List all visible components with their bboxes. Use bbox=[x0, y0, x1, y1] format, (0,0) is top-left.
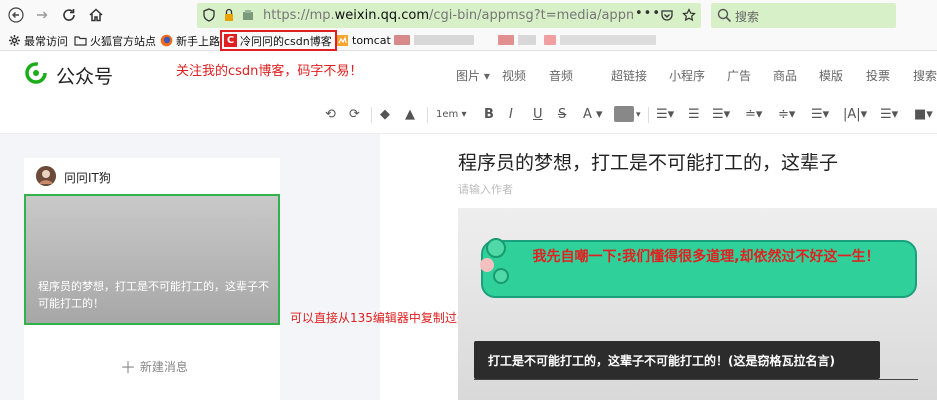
bold-button[interactable]: B bbox=[484, 107, 494, 122]
plus-icon: ＋ bbox=[120, 358, 137, 377]
line-spacing-icon[interactable]: ☰▾ bbox=[712, 107, 730, 122]
bookmark-label: 最常访问 bbox=[24, 34, 68, 48]
menu-template[interactable]: 模版 bbox=[819, 67, 843, 84]
new-message-label: 新建消息 bbox=[139, 360, 188, 374]
article-cover-card[interactable]: 程序员的梦想，打工是不可能打工的，这辈子不可能打工的！ bbox=[24, 194, 280, 325]
folder-icon bbox=[74, 34, 87, 47]
list-icon[interactable]: ☰▾ bbox=[880, 107, 898, 122]
app-header: 公众号 关注我的csdn博客，码字不易！ 图片 ▾ 视频 音频 超链接 小程序 … bbox=[0, 51, 937, 96]
menu-vote[interactable]: 投票 bbox=[866, 67, 890, 84]
align-icon[interactable]: ☰▾ bbox=[656, 107, 674, 122]
menu-miniprogram[interactable]: 小程序 bbox=[669, 67, 705, 84]
blurred-bookmark[interactable] bbox=[414, 35, 474, 45]
tomcat-icon bbox=[336, 34, 349, 47]
address-bar[interactable]: https://mp.weixin.qq.com/cgi-bin/appmsg?… bbox=[197, 3, 701, 28]
lock-icon[interactable] bbox=[221, 7, 237, 23]
article-cover-title: 程序员的梦想，打工是不可能打工的，这辈子不可能打工的！ bbox=[38, 280, 269, 310]
search-placeholder: 搜索 bbox=[735, 10, 760, 24]
strikethrough-button[interactable]: S bbox=[558, 107, 566, 122]
new-message-button[interactable]: ＋ 新建消息 bbox=[120, 354, 188, 378]
search-bar[interactable]: 搜索 bbox=[711, 3, 896, 28]
bookmark-getting-started[interactable]: 新手上路 bbox=[160, 32, 220, 49]
bookmarks-bar: 最常访问 火狐官方站点 新手上路 C 冷冋冋的csdn博客 tomcat bbox=[0, 30, 937, 51]
bookmark-star-icon[interactable] bbox=[681, 7, 697, 23]
letter-spacing-icon[interactable]: |A|▾ bbox=[843, 107, 867, 122]
more-format-icon[interactable]: ■▾ bbox=[914, 107, 933, 122]
bookmark-label: 火狐官方站点 bbox=[90, 34, 156, 48]
bookmark-label: 新手上路 bbox=[176, 34, 220, 48]
back-icon[interactable] bbox=[5, 4, 27, 26]
annotation-follow: 关注我的csdn博客，码字不易！ bbox=[176, 64, 363, 79]
menu-hyperlink[interactable]: 超链接 bbox=[611, 67, 647, 84]
menu-audio[interactable]: 音频 bbox=[549, 67, 573, 84]
app-title: 公众号 bbox=[56, 66, 114, 88]
home-icon[interactable] bbox=[85, 4, 107, 26]
decor-bubble bbox=[480, 258, 494, 272]
banner-text: 我先自嘲一下:我们懂得很多道理,却依然过不好这一生！ bbox=[532, 249, 880, 265]
blurred-bookmark[interactable] bbox=[394, 35, 410, 45]
avatar bbox=[36, 166, 56, 186]
menu-ad[interactable]: 广告 bbox=[727, 67, 751, 84]
firefox-icon bbox=[160, 34, 173, 47]
bookmark-most-visited[interactable]: 最常访问 bbox=[8, 32, 68, 49]
menu-image[interactable]: 图片 ▾ bbox=[456, 67, 490, 84]
toolbar-divider bbox=[648, 107, 649, 123]
clear-format-icon[interactable]: ◆ bbox=[380, 107, 390, 122]
menu-search[interactable]: 搜索 bbox=[913, 67, 937, 84]
menu-video[interactable]: 视频 bbox=[502, 67, 526, 84]
bookmark-firefox-site[interactable]: 火狐官方站点 bbox=[74, 32, 156, 49]
bookmark-label: 冷冋冋的csdn博客 bbox=[240, 34, 332, 48]
underline-button[interactable]: U bbox=[533, 107, 543, 122]
editor-toolbar: ⟲ ⟳ ◆ ▲ 1em ▾ B I U S A ▾ ▾ ☰▾ ☰ ☰▾ ≐▾ ≑… bbox=[0, 96, 937, 134]
font-color-button[interactable]: A ▾ bbox=[583, 107, 603, 122]
reload-icon[interactable] bbox=[58, 4, 80, 26]
toolbar-divider bbox=[427, 107, 428, 123]
undo-icon[interactable]: ⟲ bbox=[325, 107, 336, 122]
bookmark-csdn-blog[interactable]: C 冷冋冋的csdn博客 bbox=[220, 30, 337, 51]
shield-icon[interactable] bbox=[201, 7, 217, 23]
text-indent-icon[interactable]: ☰▾ bbox=[811, 107, 829, 122]
blurred-bookmark[interactable] bbox=[518, 35, 536, 45]
wechat-mp-logo-icon bbox=[25, 62, 47, 84]
quote-underline bbox=[474, 379, 918, 380]
csdn-icon: C bbox=[224, 34, 237, 47]
bookmark-tomcat[interactable]: tomcat bbox=[336, 32, 391, 49]
font-size-select[interactable]: 1em ▾ bbox=[436, 109, 466, 120]
author-input[interactable]: 请输入作者 bbox=[458, 181, 513, 197]
indent-icon[interactable]: ☰ bbox=[688, 107, 700, 122]
browser-toolbar: https://mp.weixin.qq.com/cgi-bin/appmsg?… bbox=[0, 0, 937, 30]
bookmark-label: tomcat bbox=[352, 34, 391, 47]
page-info-icon[interactable] bbox=[240, 7, 256, 23]
article-title-input[interactable]: 程序员的梦想，打工是不可能打工的，这辈子 bbox=[458, 148, 838, 175]
menu-product[interactable]: 商品 bbox=[773, 67, 797, 84]
forward-icon[interactable] bbox=[31, 4, 53, 26]
page-actions-menu[interactable]: ••• bbox=[635, 6, 661, 21]
blurred-bookmark[interactable] bbox=[560, 35, 656, 45]
search-icon bbox=[717, 8, 732, 23]
format-painter-icon[interactable]: ▲ bbox=[405, 107, 415, 122]
gear-icon bbox=[8, 34, 21, 47]
decor-bubble bbox=[493, 268, 509, 284]
quote-text: 打工是不可能打工的，这辈子不可能打工的！(这是窃格瓦拉名言) bbox=[488, 354, 835, 368]
paragraph-spacing-icon[interactable]: ≐▾ bbox=[745, 107, 762, 122]
account-name: 冋冋IT狗 bbox=[64, 171, 111, 185]
url-text[interactable]: https://mp.weixin.qq.com/cgi-bin/appmsg?… bbox=[263, 7, 633, 24]
blurred-bookmark[interactable] bbox=[544, 35, 556, 45]
blurred-bookmark[interactable] bbox=[498, 35, 514, 45]
decor-bubble bbox=[486, 238, 506, 258]
background-color-icon[interactable] bbox=[614, 106, 634, 122]
toolbar-divider bbox=[371, 107, 372, 123]
redo-icon[interactable]: ⟳ bbox=[349, 107, 360, 122]
background-color-dropdown[interactable]: ▾ bbox=[636, 110, 641, 120]
pocket-icon[interactable] bbox=[659, 7, 675, 23]
italic-button[interactable]: I bbox=[509, 107, 513, 122]
paragraph-after-icon[interactable]: ≑▾ bbox=[778, 107, 795, 122]
